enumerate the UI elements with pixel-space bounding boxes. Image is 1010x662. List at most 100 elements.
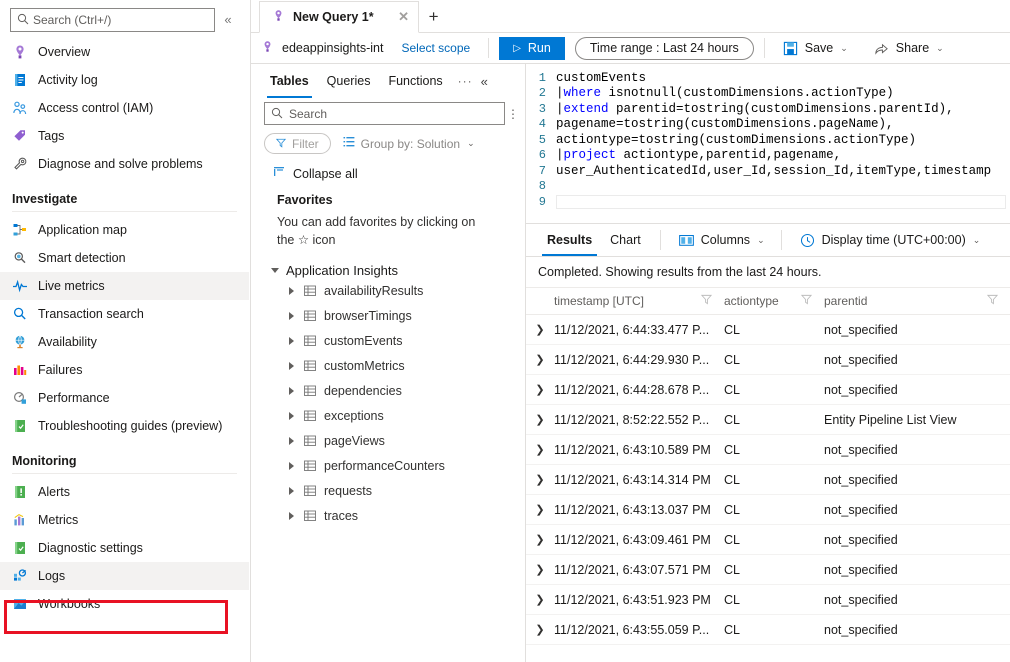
table-item-traces[interactable]: traces (251, 503, 525, 528)
table-item-browsertimings[interactable]: browserTimings (251, 303, 525, 328)
collapse-sidebar-icon[interactable]: « (215, 8, 241, 32)
cell-actiontype: CL (724, 593, 824, 607)
time-range-picker[interactable]: Time range : Last 24 hours (575, 37, 754, 60)
column-header-parentid[interactable]: parentid (824, 294, 1010, 308)
tab-functions[interactable]: Functions (379, 65, 451, 98)
sidebar-item-activity-log[interactable]: Activity log (0, 66, 249, 94)
tab-chart[interactable]: Chart (601, 224, 650, 256)
code-text (556, 195, 1006, 209)
table-row[interactable]: ❯11/12/2021, 6:43:07.571 PMCLnot_specifi… (526, 555, 1010, 585)
code-line[interactable]: 4pagename=tostring(customDimensions.page… (526, 117, 1010, 133)
tab-tables[interactable]: Tables (261, 65, 318, 98)
save-button[interactable]: Save ⌄ (777, 36, 854, 60)
table-item-availabilityresults[interactable]: availabilityResults (251, 278, 525, 303)
tables-search-kebab-icon[interactable]: ⋮ (505, 109, 521, 119)
share-button[interactable]: Share ⌄ (868, 36, 950, 60)
table-row[interactable]: ❯11/12/2021, 6:43:13.037 PMCLnot_specifi… (526, 495, 1010, 525)
table-row[interactable]: ❯11/12/2021, 6:44:29.930 P...CLnot_speci… (526, 345, 1010, 375)
chevron-right-icon (289, 412, 294, 420)
expand-row-icon[interactable]: ❯ (526, 443, 554, 456)
sidebar-item-diagnose[interactable]: Diagnose and solve problems (0, 150, 249, 178)
sidebar-item-access-control[interactable]: Access control (IAM) (0, 94, 249, 122)
code-line[interactable]: 3|extend parentid=tostring(customDimensi… (526, 101, 1010, 117)
results-grid-header: timestamp [UTC] actiontype (526, 287, 1010, 315)
table-item-exceptions[interactable]: exceptions (251, 403, 525, 428)
expand-row-icon[interactable]: ❯ (526, 353, 554, 366)
kql-query-editor[interactable]: 1customEvents2|where isnotnull(customDim… (526, 64, 1010, 224)
tab-results[interactable]: Results (538, 224, 601, 256)
tab-queries-label: Queries (327, 74, 371, 88)
filter-button[interactable]: Filter (264, 133, 331, 154)
sidebar-item-live-metrics[interactable]: Live metrics (0, 272, 249, 300)
columns-button[interactable]: Columns ⌄ (673, 228, 771, 252)
sidebar-item-workbooks[interactable]: Workbooks (0, 590, 249, 618)
expand-row-icon[interactable]: ❯ (526, 413, 554, 426)
sidebar-item-diagnostic-settings[interactable]: Diagnostic settings (0, 534, 249, 562)
expand-row-icon[interactable]: ❯ (526, 323, 554, 336)
code-line[interactable]: 5actiontype=tostring(customDimensions.ac… (526, 132, 1010, 148)
code-line[interactable]: 7user_AuthenticatedId,user_Id,session_Id… (526, 163, 1010, 179)
collapse-all-button[interactable]: Collapse all (251, 154, 525, 181)
table-row[interactable]: ❯11/12/2021, 8:52:22.552 P...CLEntity Pi… (526, 405, 1010, 435)
expand-row-icon[interactable]: ❯ (526, 623, 554, 636)
table-item-customevents[interactable]: customEvents (251, 328, 525, 353)
sidebar-item-troubleshooting-guides[interactable]: Troubleshooting guides (preview) (0, 412, 249, 440)
table-row[interactable]: ❯11/12/2021, 6:43:14.314 PMCLnot_specifi… (526, 465, 1010, 495)
table-item-pageviews[interactable]: pageViews (251, 428, 525, 453)
code-line[interactable]: 6|project actiontype,parentid,pagename, (526, 148, 1010, 164)
tables-search-wrapper[interactable] (264, 102, 505, 125)
close-icon[interactable]: ✕ (396, 9, 412, 25)
table-row[interactable]: ❯11/12/2021, 6:43:55.059 P...CLnot_speci… (526, 615, 1010, 645)
search-input[interactable] (33, 13, 214, 27)
more-options-icon[interactable]: ··· (458, 74, 473, 88)
tab-queries[interactable]: Queries (318, 65, 380, 98)
new-query-tab-button[interactable]: + (419, 2, 449, 32)
table-row[interactable]: ❯11/12/2021, 6:44:33.477 P...CLnot_speci… (526, 315, 1010, 345)
table-row[interactable]: ❯11/12/2021, 6:43:10.589 PMCLnot_specifi… (526, 435, 1010, 465)
tree-group-application-insights[interactable]: Application Insights (251, 249, 525, 278)
filter-funnel-icon[interactable] (701, 294, 712, 308)
sidebar-item-application-map[interactable]: Application map (0, 216, 249, 244)
search-input-wrapper[interactable] (10, 8, 215, 32)
select-scope-link[interactable]: Select scope (401, 41, 470, 55)
expand-row-icon[interactable]: ❯ (526, 383, 554, 396)
code-line[interactable]: 2|where isnotnull(customDimensions.actio… (526, 86, 1010, 102)
wrench-icon (12, 156, 28, 172)
sidebar-item-failures[interactable]: Failures (0, 356, 249, 384)
table-row[interactable]: ❯11/12/2021, 6:43:51.923 PMCLnot_specifi… (526, 585, 1010, 615)
sidebar-item-alerts[interactable]: Alerts (0, 478, 249, 506)
query-tab-new-query-1[interactable]: New Query 1* ✕ (259, 1, 419, 33)
display-time-button[interactable]: Display time (UTC+00:00) ⌄ (794, 228, 987, 252)
expand-row-icon[interactable]: ❯ (526, 593, 554, 606)
sidebar-item-logs[interactable]: Logs (0, 562, 249, 590)
expand-row-icon[interactable]: ❯ (526, 473, 554, 486)
tables-search-input[interactable] (287, 106, 504, 122)
sidebar-item-metrics[interactable]: Metrics (0, 506, 249, 534)
sidebar-item-smart-detection[interactable]: Smart detection (0, 244, 249, 272)
results-divider (781, 230, 782, 250)
column-header-actiontype[interactable]: actiontype (724, 294, 824, 308)
expand-row-icon[interactable]: ❯ (526, 503, 554, 516)
code-line[interactable]: 1customEvents (526, 70, 1010, 86)
code-line[interactable]: 9 (526, 194, 1010, 210)
table-item-performancecounters[interactable]: performanceCounters (251, 453, 525, 478)
expand-row-icon[interactable]: ❯ (526, 563, 554, 576)
collapse-tables-panel-icon[interactable]: « (481, 74, 488, 89)
sidebar-item-transaction-search[interactable]: Transaction search (0, 300, 249, 328)
column-header-timestamp[interactable]: timestamp [UTC] (554, 294, 724, 308)
table-item-dependencies[interactable]: dependencies (251, 378, 525, 403)
sidebar-item-overview[interactable]: Overview (0, 38, 249, 66)
filter-funnel-icon[interactable] (801, 294, 812, 308)
group-by-button[interactable]: Group by: Solution ⌄ (343, 136, 475, 151)
sidebar-item-availability[interactable]: Availability (0, 328, 249, 356)
filter-funnel-icon[interactable] (987, 294, 998, 308)
table-row[interactable]: ❯11/12/2021, 6:43:09.461 PMCLnot_specifi… (526, 525, 1010, 555)
table-row[interactable]: ❯11/12/2021, 6:44:28.678 P...CLnot_speci… (526, 375, 1010, 405)
expand-row-icon[interactable]: ❯ (526, 533, 554, 546)
table-item-requests[interactable]: requests (251, 478, 525, 503)
sidebar-item-performance[interactable]: Performance (0, 384, 249, 412)
table-item-custommetrics[interactable]: customMetrics (251, 353, 525, 378)
run-button[interactable]: ▷ Run (499, 37, 565, 60)
code-line[interactable]: 8 (526, 179, 1010, 195)
sidebar-item-tags[interactable]: Tags (0, 122, 249, 150)
